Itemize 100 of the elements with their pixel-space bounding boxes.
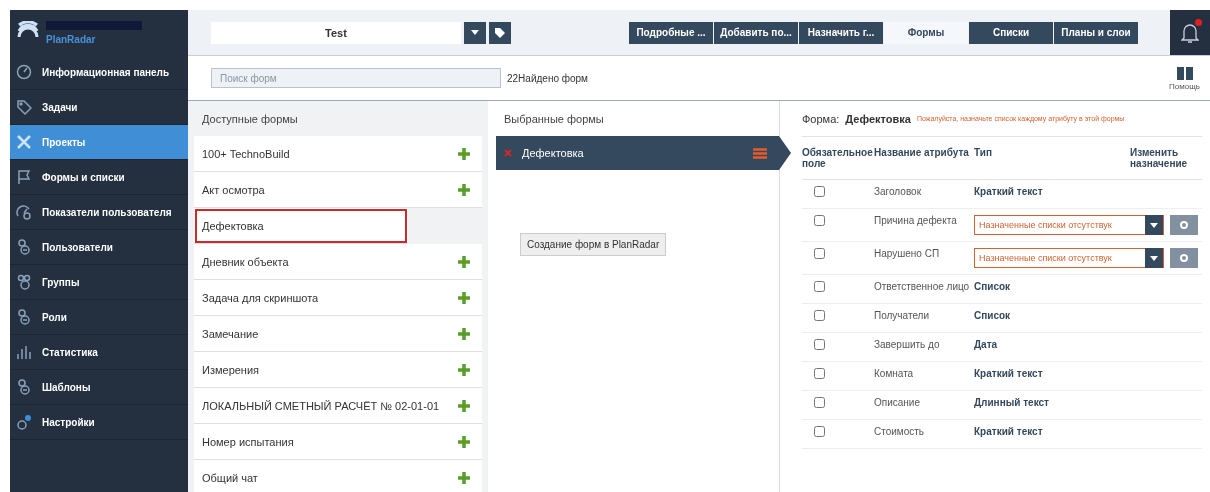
required-checkbox[interactable] (814, 426, 825, 437)
sidebar-item[interactable]: Информационная панель (10, 55, 188, 90)
project-field[interactable]: Test (211, 21, 461, 44)
list-select[interactable]: Назначенные списки отсутствук (974, 248, 1164, 268)
tab[interactable]: Подробные ... (629, 21, 713, 44)
plus-icon[interactable] (458, 363, 470, 376)
sidebar-label: Показатели пользователя (42, 206, 172, 218)
logo-text: PlanRadar (46, 33, 96, 45)
list-icon[interactable] (753, 147, 767, 159)
column-header: Название атрибута (874, 147, 970, 160)
bell-icon (1181, 21, 1199, 44)
tab[interactable]: Списки (969, 21, 1053, 44)
form-item[interactable]: 100+ TechnoBuild (194, 136, 482, 172)
form-item[interactable]: Дефектовка (194, 208, 408, 244)
tag-icon (494, 26, 506, 39)
selected-form[interactable]: Дефектовка (496, 136, 791, 170)
attribute-name: Нарушено СП (874, 248, 941, 259)
settings-icon (16, 414, 32, 430)
notification-button[interactable] (1170, 10, 1210, 55)
plus-icon[interactable] (458, 255, 470, 268)
column-header: Изменить назначение (1130, 147, 1189, 169)
required-checkbox[interactable] (814, 281, 825, 292)
required-checkbox[interactable] (814, 186, 825, 197)
settings-button[interactable] (1170, 215, 1198, 235)
dropdown-button[interactable] (464, 21, 486, 44)
column-header: Обязательное поле (802, 147, 874, 169)
tab[interactable]: Формы (884, 21, 968, 44)
attribute-type: Краткий текст (974, 426, 1044, 437)
caret-icon (1150, 255, 1158, 261)
user-icon (16, 239, 32, 255)
sidebar-label: Роли (42, 311, 67, 323)
attribute-type: Краткий текст (974, 368, 1044, 379)
sidebar-label: Шаблоны (42, 381, 91, 393)
form-item[interactable]: Номер испытания (194, 424, 482, 460)
attribute-name: Описание (874, 397, 921, 408)
users-icon (16, 274, 32, 290)
form-item[interactable]: Общий чат (194, 460, 482, 492)
form-name: Дефектовка (845, 112, 911, 125)
attribute-name: Завершить до (874, 339, 941, 350)
remove-icon[interactable] (504, 149, 512, 157)
sidebar-label: Группы (42, 276, 80, 288)
tab[interactable]: Назначить г... (799, 21, 883, 44)
required-checkbox[interactable] (814, 368, 825, 379)
attribute-type: Список (974, 281, 1012, 292)
settings-icon (1179, 253, 1189, 263)
tag-button[interactable] (489, 21, 511, 44)
required-checkbox[interactable] (814, 339, 825, 350)
tools-icon (16, 134, 32, 150)
plus-icon[interactable] (458, 183, 470, 196)
required-checkbox[interactable] (814, 310, 825, 321)
sidebar-label: Задачи (42, 101, 78, 113)
attribute-name: Причина дефекта (874, 215, 958, 226)
tab[interactable]: Планы и слои (1054, 21, 1138, 44)
search-field[interactable]: Поиск форм (211, 68, 501, 88)
form-item[interactable]: Измерения (194, 352, 482, 388)
required-checkbox[interactable] (814, 248, 825, 259)
form-item[interactable]: Задача для скриншота (194, 280, 482, 316)
list-select[interactable]: Назначенные списки отсутствук (974, 215, 1164, 235)
attribute-name: Получатели (874, 310, 931, 321)
sidebar-label: Проекты (42, 136, 86, 148)
plus-icon[interactable] (458, 399, 470, 412)
gauge-icon (16, 204, 32, 220)
attribute-type: Краткий текст (974, 186, 1044, 197)
sidebar-label: Пользователи (42, 241, 113, 253)
attribute-name: Стоимость (874, 426, 926, 437)
plus-icon[interactable] (458, 471, 470, 484)
plus-icon[interactable] (458, 291, 470, 304)
caret-icon (471, 30, 479, 35)
user-icon (16, 379, 32, 395)
gauge-icon (16, 64, 32, 80)
required-checkbox[interactable] (814, 215, 825, 226)
plus-icon[interactable] (458, 327, 470, 340)
flag-icon (16, 169, 32, 185)
attribute-name: Комната (874, 368, 915, 379)
tooltip: Создание форм в PlanRadar (520, 233, 667, 256)
bar-chart-icon (16, 344, 32, 360)
attribute-name: Заголовок (874, 186, 923, 197)
column-title: Выбранные формы (503, 111, 605, 127)
tag-icon (16, 99, 32, 115)
result-count: 22Найдено форм (507, 72, 588, 84)
form-item[interactable]: Замечание (194, 316, 482, 352)
sidebar-label: Информационная панель (42, 66, 170, 78)
help-button[interactable]: Помощь (1163, 64, 1206, 92)
sidebar-label: Настройки (42, 416, 95, 428)
settings-icon (1179, 220, 1189, 230)
form-item[interactable]: Акт осмотра (194, 172, 482, 208)
form-label: Форма: (802, 112, 840, 125)
plus-icon[interactable] (458, 435, 470, 448)
settings-button[interactable] (1170, 248, 1198, 268)
column-header: Тип (974, 147, 993, 160)
sidebar-label: Формы и списки (42, 171, 125, 183)
column-title: Доступные формы (201, 111, 299, 127)
required-checkbox[interactable] (814, 397, 825, 408)
plus-icon[interactable] (458, 147, 470, 160)
attribute-name: Ответственное лицо (874, 281, 971, 292)
tab[interactable]: Добавить по... (714, 21, 798, 44)
attribute-type: Список (974, 310, 1012, 321)
form-item[interactable]: Дневник объекта (194, 244, 482, 280)
attribute-type: Длинный текст (974, 397, 1050, 408)
form-item[interactable]: ЛОКАЛЬНЫЙ СМЕТНЫЙ РАСЧЁТ № 02-01-01 (194, 388, 482, 424)
